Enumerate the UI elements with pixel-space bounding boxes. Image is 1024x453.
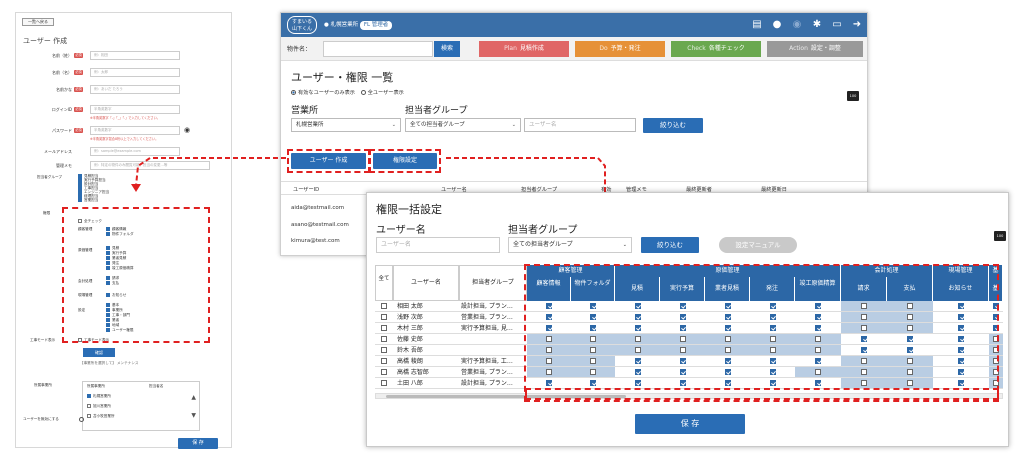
bulk-group-select[interactable]: 全ての担当者グループ ⌄ — [508, 237, 632, 253]
row-select-checkbox[interactable] — [381, 303, 387, 309]
user-group-cell: 実行予算担当, 工… — [461, 358, 513, 365]
user-group-cell: 営業担当, プラン… — [461, 369, 513, 376]
row-select-checkbox[interactable] — [381, 325, 387, 331]
row-select-checkbox[interactable] — [381, 347, 387, 353]
arrow-head — [131, 184, 141, 192]
user-group-cell — [461, 346, 525, 355]
user-group-cell: 設計担当, プラン… — [461, 380, 513, 387]
user-name-cell: 高橋 志智郎 — [397, 369, 429, 376]
row-select-checkbox[interactable] — [381, 358, 387, 364]
user-name-cell: 相田 太郎 — [397, 303, 423, 310]
row-select-checkbox[interactable] — [381, 369, 387, 375]
user-name-cell: 浅野 次郎 — [397, 314, 423, 321]
user-group-cell: 実行予算担当, 見… — [461, 325, 513, 332]
col-all-header[interactable]: 全て — [375, 265, 393, 301]
bulk-group-label: 担当者グループ — [508, 225, 578, 236]
bulk-save-button[interactable]: 保 存 — [635, 414, 745, 434]
user-group-cell — [461, 335, 525, 344]
print-icon[interactable]: 100 — [994, 231, 1006, 241]
bulk-filter-button[interactable]: 絞り込む — [641, 237, 699, 253]
arrow-to-form — [135, 157, 286, 187]
col-group-header: 担当者グループ — [459, 265, 527, 301]
bulk-title: 権限一括設定 — [376, 203, 442, 216]
user-group-cell: 設計担当, プラン… — [461, 303, 513, 310]
user-name-cell: 鈴木 吾郎 — [397, 347, 423, 354]
user-name-cell: 木村 三郎 — [397, 325, 423, 332]
user-name-cell: 佐藤 史郎 — [397, 336, 423, 343]
highlight-perm-grid — [524, 264, 999, 402]
bulk-user-label: ユーザー名 — [376, 225, 426, 236]
bulk-user-input[interactable]: ユーザー名 — [376, 237, 500, 253]
bulk-permission-window: 権限一括設定 ユーザー名 担当者グループ ユーザー名 全ての担当者グループ ⌄ 絞… — [366, 192, 1009, 447]
row-select-checkbox[interactable] — [381, 314, 387, 320]
user-group-cell: 営業担当, プラン… — [461, 314, 513, 321]
user-name-cell: 土田 八郎 — [397, 380, 423, 387]
row-select-checkbox[interactable] — [381, 380, 387, 386]
user-name-cell: 高橋 稜朗 — [397, 358, 423, 365]
col-user-header: ユーザー名 — [393, 265, 459, 301]
manual-button[interactable]: 設定マニュアル — [719, 237, 797, 253]
row-select-checkbox[interactable] — [381, 336, 387, 342]
